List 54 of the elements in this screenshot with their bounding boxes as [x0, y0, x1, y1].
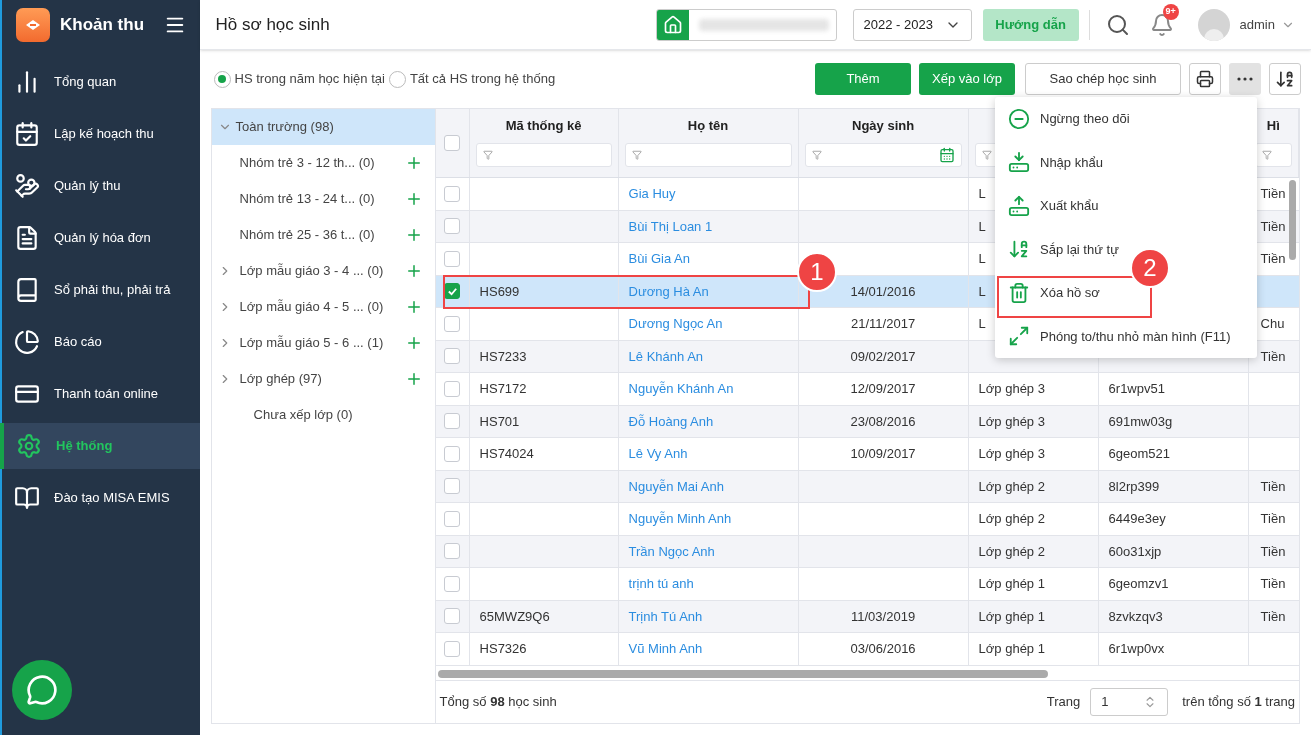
table-cell-text: HS7326: [479, 640, 527, 658]
table-cell-text: Lớp ghép 2: [978, 477, 1045, 496]
table-cell-text: Lớp ghép 3: [978, 380, 1045, 398]
table-cell-text: HS74024: [479, 445, 534, 463]
table-cell-text: Lớp ghép 1: [978, 640, 1045, 658]
table-cell-text: Chu: [1260, 315, 1285, 333]
table-cell-text: 11/03/2019: [851, 607, 916, 626]
table-cell-text: 12/09/2017: [850, 380, 916, 398]
table-cell-text: L: [978, 250, 986, 268]
notification-badge: 9+: [1162, 3, 1179, 20]
table-cell-text: Tiền: [1260, 477, 1286, 496]
table-cell-text: Lớp ghép 1: [978, 575, 1045, 593]
table-cell-text: Tiền: [1260, 185, 1286, 203]
table-cell-text: HS7172: [479, 380, 527, 398]
table-cell-text: 60o31xjp: [1108, 542, 1162, 561]
table-cell-text: HS699: [479, 282, 520, 301]
table-cell-text: 691mw03g: [1108, 412, 1173, 431]
table-cell-text: 6r1wpv51: [1108, 380, 1165, 398]
table-cell-text: Lớp ghép 1: [978, 607, 1045, 626]
table-cell-text: HS7233: [479, 347, 527, 366]
table-cell-text: L: [978, 282, 986, 301]
table-cell-text: 14/01/2016: [850, 282, 916, 301]
table-cell-text: Tiền: [1260, 347, 1286, 366]
table-cell-text: 6449e3ey: [1108, 510, 1166, 528]
table-cell-text: HS701: [479, 412, 520, 431]
table-cell-text: 8zvkzqv3: [1108, 607, 1163, 626]
table-cell-text: 8l2rp399: [1108, 477, 1160, 496]
table-cell-text: 65MWZ9Q6: [479, 607, 550, 626]
table-cell-text: 03/06/2016: [850, 640, 916, 658]
table-cell-text: L: [978, 185, 986, 203]
table-cell-text: Tiền: [1260, 542, 1286, 561]
table-cell-text: 6geomzv1: [1108, 575, 1169, 593]
page-total: trên tổng số 1 trang: [1182, 693, 1295, 712]
app-name: Khoản thu: [60, 14, 146, 37]
table-cell-text: Tiền: [1260, 217, 1286, 236]
table-cell-text: Lớp ghép 2: [978, 510, 1045, 528]
table-cell-text: Tiền: [1260, 607, 1286, 626]
table-cell-text: 21/11/2017: [851, 315, 916, 333]
table-cell-text: Lớp ghép 3: [978, 445, 1045, 463]
table-cell-text: 23/08/2016: [850, 412, 916, 431]
table-cell-text: 10/09/2017: [850, 445, 916, 463]
table-cell-text: Tiền: [1260, 250, 1286, 268]
page-label: Trang: [1046, 693, 1081, 712]
page-title: Hồ sơ học sinh: [215, 13, 331, 36]
total-count: Tổng số 98 học sinh: [439, 693, 557, 712]
table-cell-text: Lớp ghép 3: [978, 412, 1045, 431]
table-cell-text: L: [978, 315, 986, 333]
table-cell-text: 6r1wp0vx: [1108, 640, 1165, 658]
table-cell-text: 6geom521: [1108, 445, 1171, 463]
table-cell-text: L: [978, 217, 986, 236]
table-cell-text: 09/02/2017: [850, 347, 916, 366]
table-cell-text: Lớp ghép 2: [978, 542, 1045, 561]
table-cell-text: Tiền: [1260, 510, 1286, 528]
table-cell-text: Tiền: [1260, 575, 1286, 593]
